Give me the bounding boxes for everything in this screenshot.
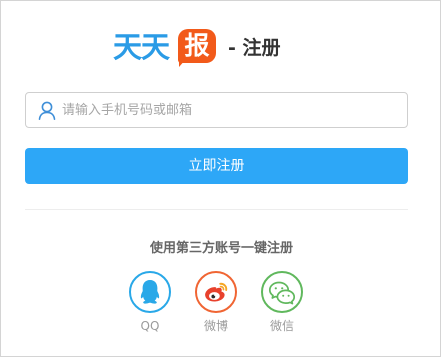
weibo-icon <box>205 282 228 302</box>
phone-input[interactable] <box>62 93 392 127</box>
wechat-icon <box>268 281 296 305</box>
register-panel: 天天 报 - 注册 立即注册 使用第三方账号一键注册 QQ <box>0 0 441 357</box>
weibo-label: 微博 <box>203 319 228 333</box>
weibo-button[interactable] <box>195 271 237 313</box>
third-party-title: 使用第三方账号一键注册 <box>149 241 293 256</box>
user-icon <box>38 101 56 120</box>
qq-login[interactable]: QQ <box>125 271 175 333</box>
register-button[interactable]: 立即注册 <box>25 148 408 184</box>
wechat-button[interactable] <box>261 271 303 313</box>
logo-text: 天天 <box>113 30 170 64</box>
header: 天天 报 - 注册 <box>1 23 441 69</box>
logo-badge: 报 <box>178 29 216 63</box>
qq-button[interactable] <box>129 271 171 313</box>
qq-label: QQ <box>140 319 160 333</box>
page-title: - 注册 <box>228 37 281 59</box>
divider <box>25 209 408 210</box>
qq-icon <box>140 280 160 304</box>
phone-field[interactable] <box>25 92 408 128</box>
weibo-login[interactable]: 微博 <box>191 271 241 333</box>
wechat-login[interactable]: 微信 <box>257 271 307 333</box>
wechat-label: 微信 <box>269 319 294 333</box>
